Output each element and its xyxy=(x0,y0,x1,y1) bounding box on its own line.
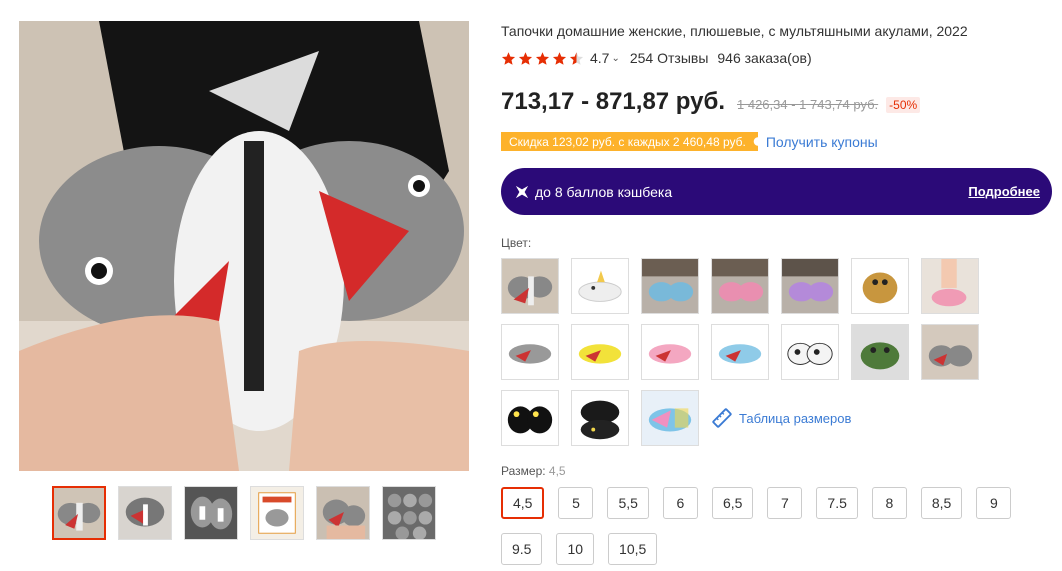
color-option-17[interactable] xyxy=(641,390,699,446)
get-coupons-link[interactable]: Получить купоны xyxy=(766,134,878,150)
size-option-button[interactable]: 10 xyxy=(556,533,595,565)
thumbnail-1[interactable] xyxy=(52,486,106,540)
size-option-button[interactable]: 8,5 xyxy=(920,487,963,519)
size-selected-value: 4,5 xyxy=(548,464,566,478)
size-option-button[interactable]: 5 xyxy=(558,487,594,519)
size-table-label: Таблица размеров xyxy=(739,410,852,426)
color-option-15[interactable] xyxy=(501,390,559,446)
color-option-4[interactable] xyxy=(711,258,769,314)
color-option-13[interactable] xyxy=(851,324,909,380)
star-half-icon xyxy=(569,51,584,65)
color-label: Цвет: xyxy=(501,236,532,250)
star-icon xyxy=(501,51,516,65)
ruler-icon xyxy=(712,408,732,428)
color-option-1[interactable] xyxy=(501,258,559,314)
color-option-9[interactable] xyxy=(571,324,629,380)
color-option-5[interactable] xyxy=(781,258,839,314)
size-option-button[interactable]: 8 xyxy=(871,487,907,519)
current-price: 713,17 - 871,87 руб. xyxy=(501,88,725,115)
cashback-text: до 8 баллов кэшбека xyxy=(535,183,673,200)
size-option-button[interactable]: 7 xyxy=(767,487,803,519)
coupon-row: Скидка 123,02 руб. с каждых 2 460,48 руб… xyxy=(501,132,878,151)
thumbnail-5[interactable] xyxy=(316,486,370,540)
thumbnail-4[interactable] xyxy=(250,486,304,540)
star-icon xyxy=(552,51,567,65)
size-option-button[interactable]: 9.5 xyxy=(501,533,543,565)
size-option-button[interactable]: 10,5 xyxy=(608,533,658,565)
size-table-link[interactable]: Таблица размеров xyxy=(711,407,909,429)
cashback-icon xyxy=(515,185,529,198)
star-rating[interactable] xyxy=(501,51,584,66)
rating-value[interactable]: 4.7 xyxy=(590,50,609,66)
color-option-16[interactable] xyxy=(571,390,629,446)
main-product-image[interactable] xyxy=(19,21,469,471)
thumbnail-6[interactable] xyxy=(382,486,436,540)
shark-slippers-photo xyxy=(19,21,469,471)
color-option-7[interactable] xyxy=(921,258,979,314)
color-option-12[interactable] xyxy=(781,324,839,380)
color-option-8[interactable] xyxy=(501,324,559,380)
thumbnail-strip xyxy=(52,486,436,540)
size-option-button[interactable]: 6,5 xyxy=(711,487,754,519)
size-option-button[interactable]: 6 xyxy=(662,487,698,519)
size-label: Размер: 4,5 xyxy=(501,464,566,478)
size-options: 4,5 5 5,5 6 6,5 7 7.5 8 8,5 9 9.5 10 10,5 xyxy=(501,487,1061,565)
coupon-tag: Скидка 123,02 руб. с каждых 2 460,48 руб… xyxy=(501,132,758,151)
star-icon xyxy=(535,51,550,65)
product-title: Тапочки домашние женские, плюшевые, с му… xyxy=(501,23,968,39)
thumbnail-2[interactable] xyxy=(118,486,172,540)
size-option-button[interactable]: 7.5 xyxy=(816,487,858,519)
size-label-text: Размер: xyxy=(501,464,546,478)
discount-badge: -50% xyxy=(886,97,921,113)
color-option-6[interactable] xyxy=(851,258,909,314)
cashback-more-link[interactable]: Подробнее xyxy=(968,184,1040,199)
size-option-button[interactable]: 5,5 xyxy=(607,487,649,519)
chevron-down-icon[interactable]: ⌄ xyxy=(611,53,619,64)
size-option-button[interactable]: 4,5 xyxy=(501,487,545,519)
size-option-button[interactable]: 9 xyxy=(976,487,1012,519)
color-option-14[interactable] xyxy=(921,324,979,380)
thumbnail-3[interactable] xyxy=(184,486,238,540)
color-option-3[interactable] xyxy=(641,258,699,314)
color-option-2[interactable] xyxy=(571,258,629,314)
color-option-11[interactable] xyxy=(711,324,769,380)
rating-row: 4.7 ⌄ 254 Отзывы 946 заказа(ов) xyxy=(501,50,812,66)
old-price: 1 426,34 - 1 743,74 руб. xyxy=(737,97,879,112)
price-row: 713,17 - 871,87 руб. 1 426,34 - 1 743,74… xyxy=(501,88,921,116)
color-option-10[interactable] xyxy=(641,324,699,380)
reviews-count[interactable]: 254 Отзывы xyxy=(630,50,709,66)
color-options: Таблица размеров xyxy=(501,258,991,446)
star-icon xyxy=(518,51,533,65)
cashback-banner[interactable]: до 8 баллов кэшбека Подробнее xyxy=(501,168,1052,215)
orders-count: 946 заказа(ов) xyxy=(717,50,812,66)
